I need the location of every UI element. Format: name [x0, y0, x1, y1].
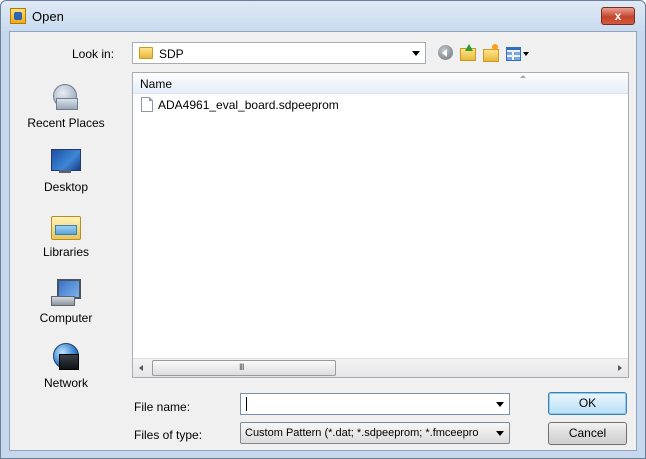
scrollbar-thumb[interactable]: III: [152, 360, 336, 376]
dialog-title: Open: [32, 9, 64, 24]
files-of-type-label: Files of type:: [134, 428, 203, 442]
scroll-left-icon[interactable]: [133, 359, 150, 377]
look-in-label: Look in:: [72, 47, 115, 61]
ok-button[interactable]: OK: [548, 392, 627, 415]
list-item[interactable]: ADA4961_eval_board.sdpeeprom: [141, 97, 401, 113]
back-icon[interactable]: [437, 44, 455, 62]
place-label: Network: [43, 376, 88, 390]
chevron-down-icon[interactable]: [412, 51, 420, 56]
chevron-down-icon[interactable]: [496, 402, 504, 407]
sort-arrow-icon: [520, 75, 526, 78]
file-name-label: File name:: [134, 400, 191, 414]
open-dialog: Open x Look in: SDP Recent Places Deskto…: [0, 0, 646, 459]
files-of-type-select[interactable]: Custom Pattern (*.dat; *.sdpeeprom; *.fm…: [240, 422, 510, 444]
places-bar: Recent Places Desktop Libraries Computer…: [10, 72, 122, 390]
look-in-value: SDP: [159, 47, 184, 61]
desktop-icon: [50, 146, 81, 176]
cancel-button[interactable]: Cancel: [548, 422, 627, 445]
views-menu-icon[interactable]: [505, 44, 531, 62]
network-icon: [50, 342, 80, 372]
horizontal-scrollbar[interactable]: III: [133, 358, 628, 377]
file-name-input[interactable]: [240, 393, 510, 415]
place-label: Desktop: [43, 180, 89, 194]
file-name: ADA4961_eval_board.sdpeeprom: [158, 98, 339, 112]
libraries-icon: [50, 211, 81, 241]
place-computer[interactable]: Computer: [10, 275, 122, 333]
scroll-right-icon[interactable]: [611, 359, 628, 377]
files-of-type-value: Custom Pattern (*.dat; *.sdpeeprom; *.fm…: [245, 427, 479, 439]
folder-icon: [139, 47, 153, 59]
column-header-name[interactable]: Name: [133, 73, 628, 94]
computer-icon: [50, 277, 81, 307]
place-label: Computer: [39, 311, 93, 325]
place-label: Recent Places: [27, 116, 105, 130]
text-caret: [246, 397, 247, 411]
place-recent-places[interactable]: Recent Places: [10, 80, 122, 138]
look-in-combo[interactable]: SDP: [132, 42, 426, 64]
scrollbar-grip: III: [239, 362, 244, 372]
place-desktop[interactable]: Desktop: [10, 144, 122, 202]
place-libraries[interactable]: Libraries: [10, 209, 122, 267]
document-icon: [141, 97, 153, 112]
title-bar[interactable]: Open x: [1, 1, 645, 31]
up-folder-icon[interactable]: [458, 44, 476, 62]
new-folder-icon[interactable]: [481, 44, 499, 62]
app-icon: [10, 8, 26, 24]
file-list[interactable]: Name ADA4961_eval_board.sdpeeprom III: [132, 72, 629, 378]
chevron-down-icon: [496, 431, 504, 436]
close-button[interactable]: x: [601, 7, 635, 25]
place-network[interactable]: Network: [10, 340, 122, 398]
place-label: Libraries: [42, 245, 90, 259]
column-header-label: Name: [140, 77, 173, 91]
recent-places-icon: [50, 82, 80, 112]
dialog-body: Look in: SDP Recent Places Desktop Libra…: [9, 31, 637, 451]
